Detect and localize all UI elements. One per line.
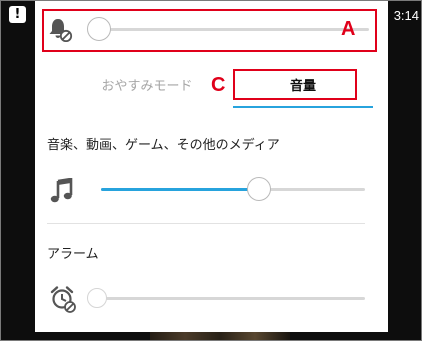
media-volume-thumb[interactable] [247,177,271,201]
alert-notification-icon: ! [9,6,26,23]
active-tab-indicator [233,106,373,108]
section-divider [47,223,365,224]
annotation-label-c: C [211,74,226,96]
alarm-volume-label: アラーム [47,247,99,262]
ringer-volume-thumb[interactable] [87,17,111,41]
ringer-volume-track[interactable] [93,28,369,31]
bell-mute-icon[interactable] [47,16,73,42]
alarm-volume-thumb[interactable] [87,288,107,308]
alarm-volume-track[interactable] [101,297,365,300]
status-time: 3:14 [393,8,419,23]
alarm-mute-icon [50,286,76,313]
tab-volume[interactable]: 音量 [233,72,373,102]
media-volume-label: 音楽、動画、ゲーム、その他のメディア [47,138,280,153]
volume-panel: おやすみモード 音量 音楽、動画、ゲーム、その他のメディア アラーム [35,0,388,332]
annotation-label-a: A [341,18,356,40]
media-volume-track[interactable] [101,188,365,191]
media-volume-fill [101,188,259,191]
music-note-icon [50,178,73,203]
